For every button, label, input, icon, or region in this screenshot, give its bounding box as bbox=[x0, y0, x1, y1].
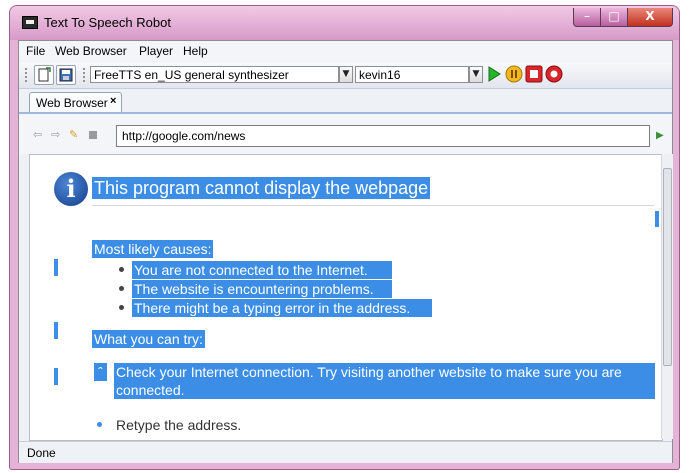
record-icon bbox=[545, 65, 563, 83]
toolbar-grip[interactable] bbox=[82, 67, 86, 83]
status-bar: Done bbox=[19, 441, 672, 463]
tab-strip: Web Browser × bbox=[19, 89, 672, 112]
selection-marker bbox=[655, 211, 659, 227]
app-window: Text To Speech Robot – □ X File Web Brow… bbox=[10, 6, 679, 469]
error-heading: This program cannot display the webpage bbox=[92, 177, 430, 199]
selection-marker bbox=[54, 259, 58, 276]
record-button[interactable] bbox=[545, 65, 563, 83]
menu-help[interactable]: Help bbox=[183, 44, 208, 58]
try-item-line: connected. bbox=[116, 382, 185, 398]
go-icon[interactable]: ▶ bbox=[656, 130, 664, 141]
tab-close-icon[interactable]: × bbox=[110, 95, 116, 107]
cause-item: There might be a typing error in the add… bbox=[132, 299, 432, 317]
back-icon[interactable]: ⇦ bbox=[33, 129, 45, 140]
status-text: Done bbox=[27, 446, 56, 460]
try-item-line: Check your Internet connection. Try visi… bbox=[116, 364, 622, 380]
close-button[interactable]: X bbox=[627, 8, 673, 27]
stop-loading-icon[interactable] bbox=[89, 131, 97, 139]
stop-button[interactable] bbox=[525, 65, 543, 83]
url-input[interactable]: http://google.com/news bbox=[116, 125, 650, 147]
toolbar: FreeTTS en_US general synthesizer ▼ kevi… bbox=[19, 62, 672, 89]
minimize-button[interactable]: – bbox=[573, 8, 601, 27]
menu-file[interactable]: File bbox=[26, 44, 45, 58]
menu-player[interactable]: Player bbox=[139, 44, 173, 58]
cause-item: The website is encountering problems. bbox=[132, 280, 392, 298]
tab-web-browser[interactable]: Web Browser × bbox=[29, 92, 122, 112]
bullet-icon bbox=[97, 422, 102, 427]
scrollbar-thumb[interactable] bbox=[663, 168, 672, 366]
window-title: Text To Speech Robot bbox=[44, 15, 171, 30]
forward-icon[interactable]: ⇨ bbox=[51, 129, 63, 140]
synthesizer-select[interactable]: FreeTTS en_US general synthesizer bbox=[90, 66, 339, 83]
play-button[interactable] bbox=[485, 65, 503, 83]
pause-icon bbox=[505, 65, 523, 83]
stop-icon bbox=[525, 65, 543, 83]
try-heading: What you can try: bbox=[92, 330, 205, 348]
synthesizer-dropdown-arrow[interactable]: ▼ bbox=[339, 66, 353, 83]
heading-divider bbox=[92, 205, 654, 206]
title-bar[interactable]: Text To Speech Robot – □ X bbox=[10, 6, 679, 40]
save-button[interactable] bbox=[56, 65, 76, 85]
new-document-icon bbox=[38, 67, 51, 82]
refresh-icon[interactable]: ✎ bbox=[69, 129, 81, 140]
pause-button[interactable] bbox=[505, 65, 523, 83]
play-icon bbox=[488, 66, 501, 82]
menu-bar: File Web Browser Player Help bbox=[19, 41, 672, 61]
cause-item: You are not connected to the Internet. bbox=[132, 261, 392, 279]
bullet-icon bbox=[119, 305, 124, 310]
new-document-button[interactable] bbox=[34, 65, 54, 85]
expand-icon[interactable]: ˆ bbox=[94, 363, 107, 381]
try-item: Check your Internet connection. Try visi… bbox=[114, 363, 655, 399]
voice-dropdown-arrow[interactable]: ▼ bbox=[469, 66, 483, 83]
selection-marker bbox=[54, 322, 58, 339]
app-icon bbox=[22, 16, 38, 29]
try-item: Retype the address. bbox=[116, 417, 242, 433]
toolbar-grip[interactable] bbox=[24, 67, 28, 83]
web-page-view[interactable]: i This program cannot display the webpag… bbox=[29, 154, 663, 441]
voice-select[interactable]: kevin16 bbox=[355, 66, 469, 83]
causes-heading: Most likely causes: bbox=[92, 240, 214, 258]
tab-label: Web Browser bbox=[36, 96, 108, 110]
menu-web-browser[interactable]: Web Browser bbox=[55, 44, 127, 58]
bullet-icon bbox=[119, 286, 124, 291]
info-icon: i bbox=[54, 172, 88, 206]
maximize-button[interactable]: □ bbox=[600, 8, 628, 27]
navigation-bar: ⇦ ⇨ ✎ http://google.com/news ▶ bbox=[19, 114, 672, 154]
bullet-icon bbox=[119, 267, 124, 272]
vertical-scrollbar[interactable] bbox=[661, 154, 673, 439]
client-area: File Web Browser Player Help FreeTTS en_… bbox=[18, 40, 673, 463]
save-icon bbox=[59, 68, 73, 82]
selection-marker bbox=[54, 368, 58, 385]
